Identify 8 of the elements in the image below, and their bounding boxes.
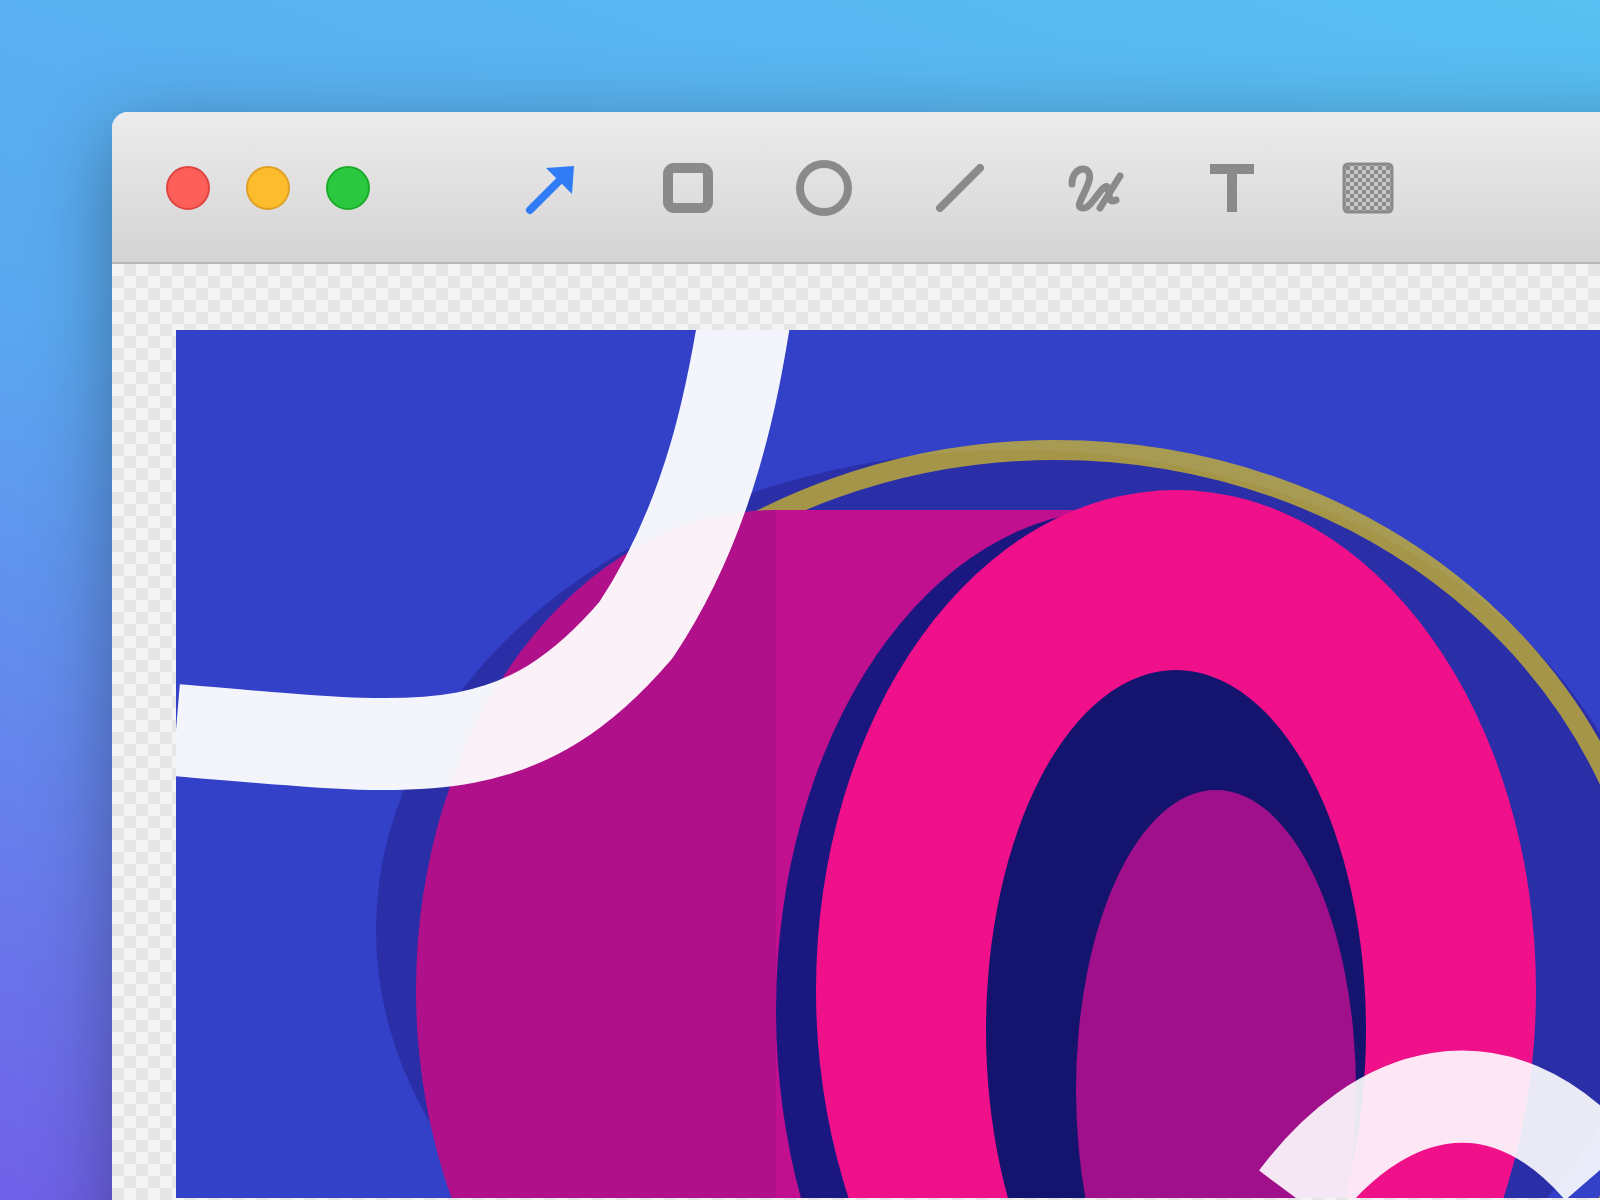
zoom-button[interactable]: [326, 165, 370, 209]
square-icon: [662, 161, 714, 213]
line-icon: [932, 159, 988, 215]
minimize-button[interactable]: [246, 165, 290, 209]
checker-icon: [1342, 161, 1394, 213]
circle-icon: [794, 157, 854, 217]
close-button[interactable]: [166, 165, 210, 209]
text-tool-icon: [1208, 161, 1256, 213]
